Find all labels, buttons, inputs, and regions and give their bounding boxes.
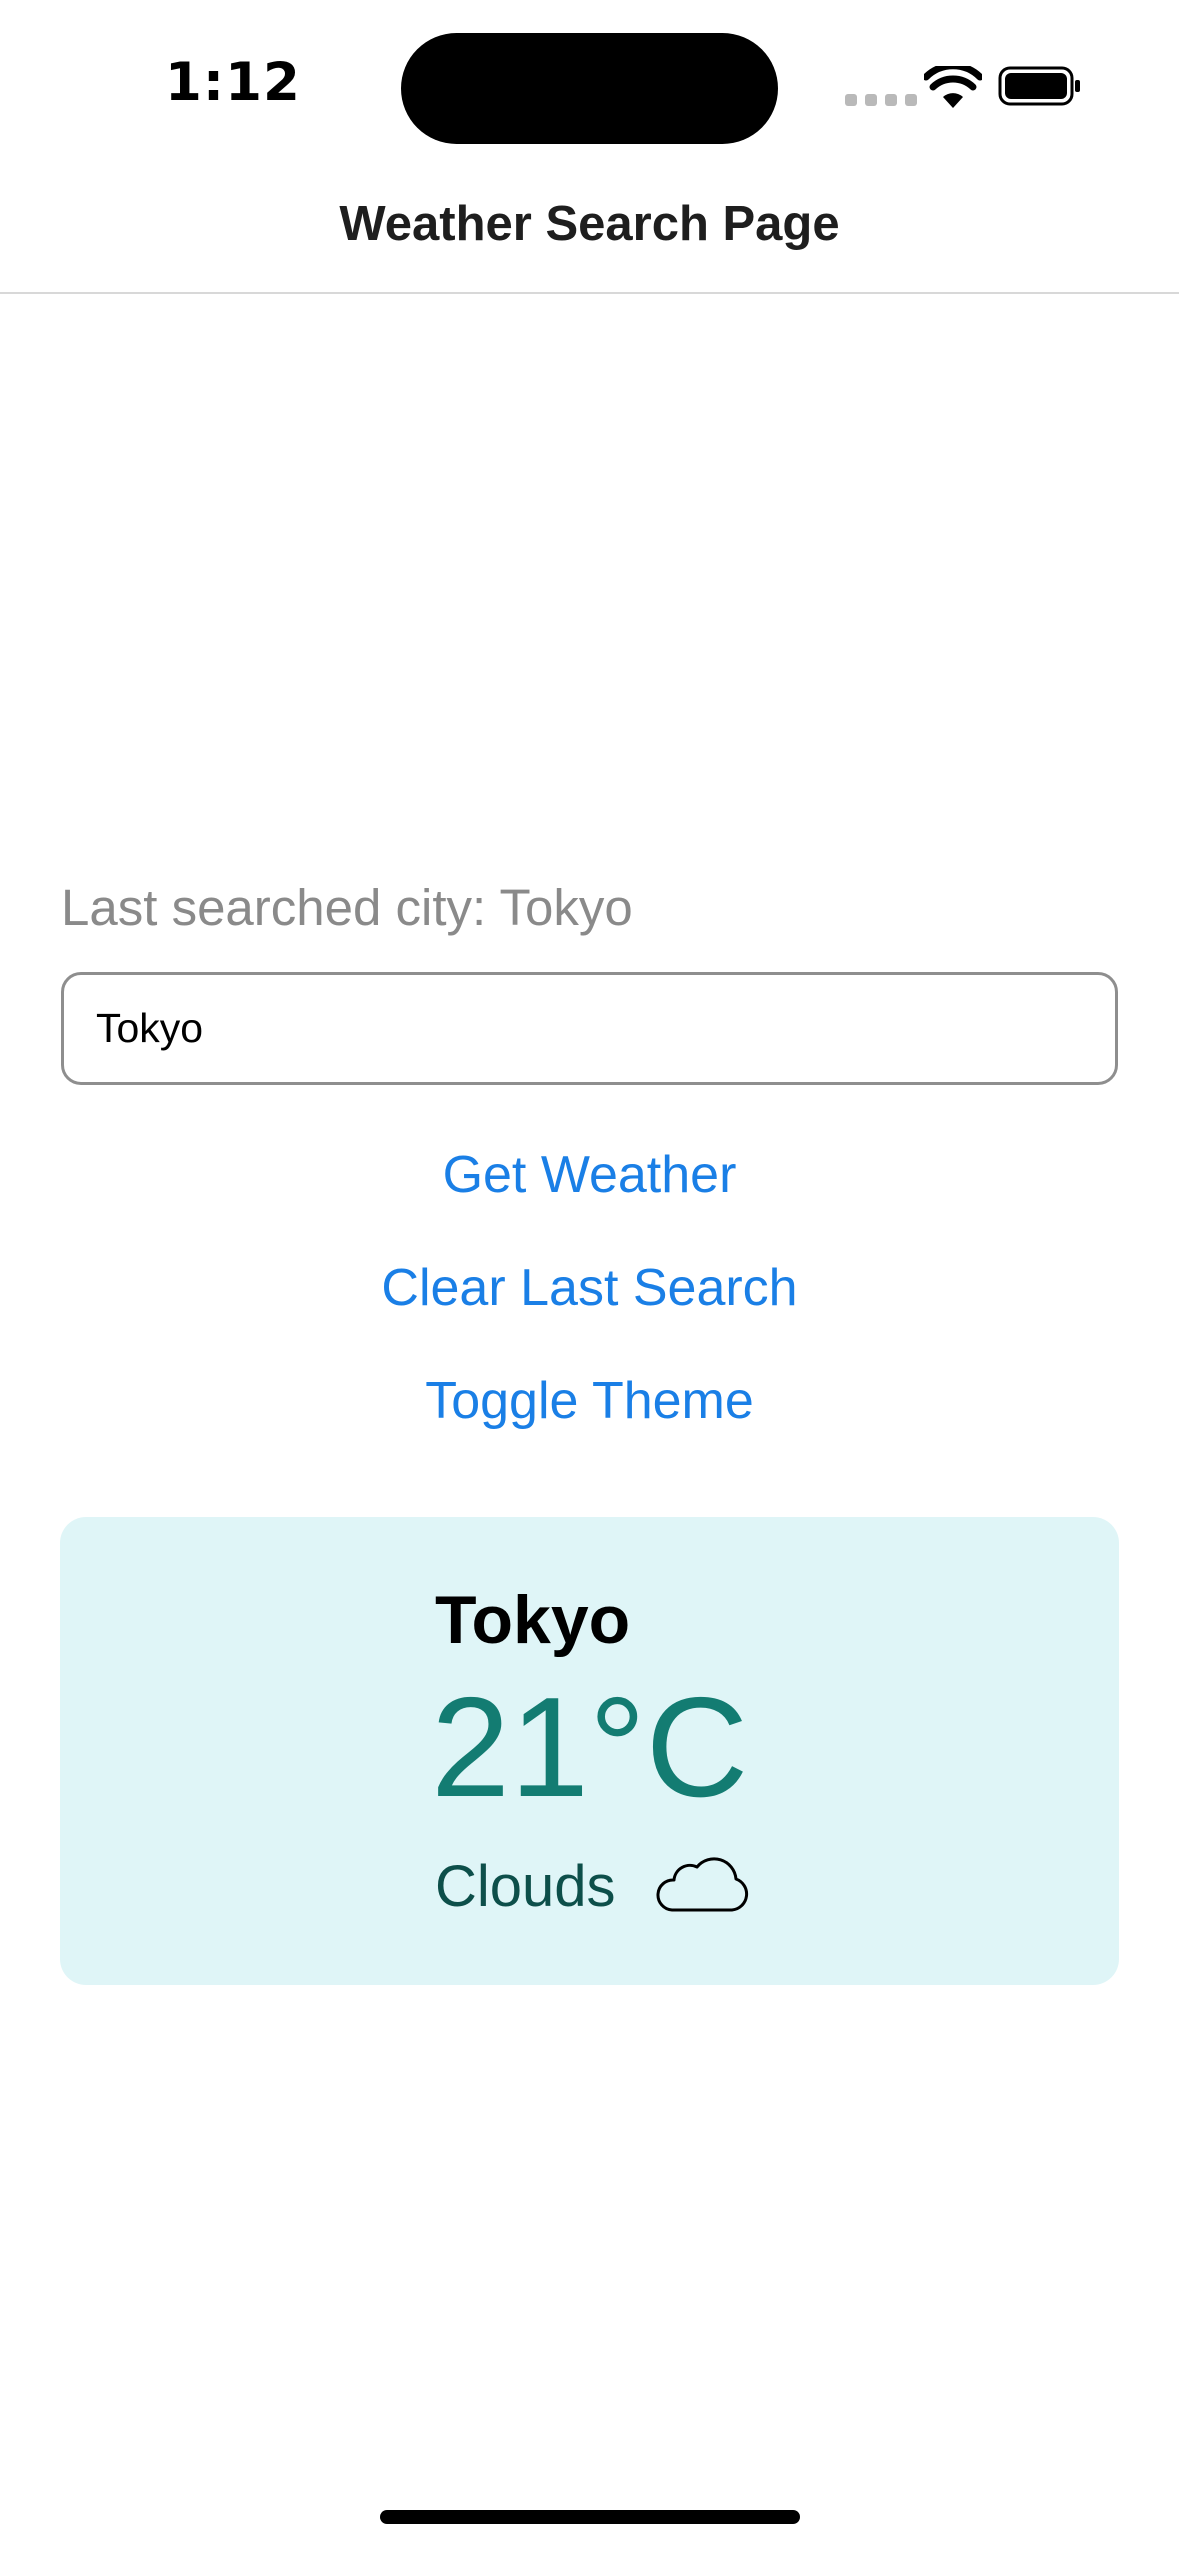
- home-indicator[interactable]: [380, 2510, 800, 2524]
- last-searched-label: Last searched city: Tokyo: [61, 879, 633, 936]
- weather-card: Tokyo 21°C Clouds: [60, 1517, 1119, 1985]
- nav-divider: [0, 292, 1179, 294]
- weather-temperature: 21°C: [431, 1668, 749, 1827]
- status-time: 1:12: [165, 52, 301, 113]
- city-search-input[interactable]: [61, 972, 1118, 1085]
- weather-condition: Clouds: [435, 1854, 616, 1919]
- toggle-theme-button[interactable]: Toggle Theme: [0, 1371, 1179, 1431]
- page-title: Weather Search Page: [339, 197, 840, 251]
- battery-icon: [998, 66, 1080, 106]
- signal-icon: [845, 94, 917, 106]
- get-weather-button[interactable]: Get Weather: [0, 1145, 1179, 1205]
- cloud-icon: [656, 1857, 749, 1912]
- wifi-icon: [924, 66, 982, 108]
- weather-city: Tokyo: [435, 1582, 631, 1658]
- dynamic-island: [401, 33, 778, 144]
- clear-last-search-button[interactable]: Clear Last Search: [0, 1258, 1179, 1318]
